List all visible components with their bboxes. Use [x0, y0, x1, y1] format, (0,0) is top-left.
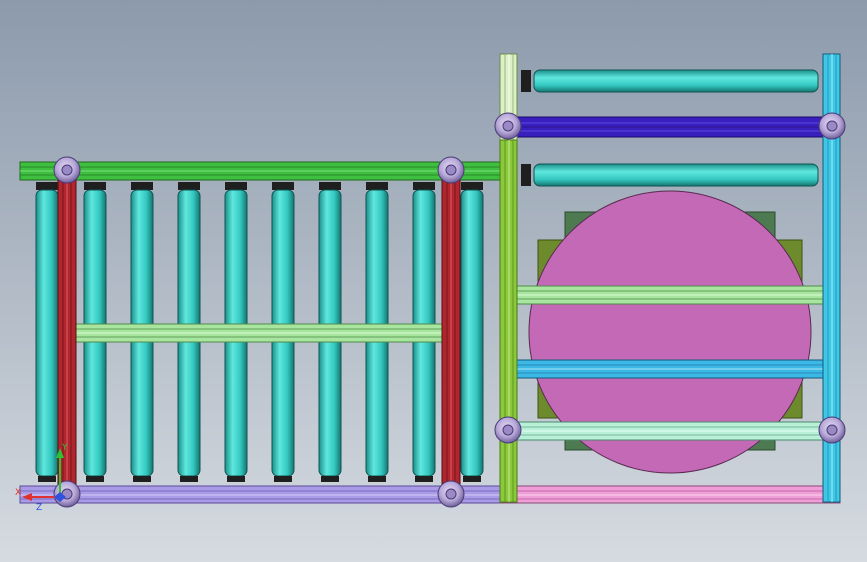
middle-crossbar[interactable]	[75, 323, 443, 343]
x-axis-label: X	[15, 488, 21, 498]
upper-roller[interactable]	[521, 163, 819, 187]
roller[interactable]	[35, 182, 59, 482]
pink-bottom-beam[interactable]	[499, 485, 841, 504]
bolt-icon[interactable]	[437, 156, 465, 184]
right-turntable-module	[499, 53, 841, 504]
top-green-beam[interactable]	[19, 161, 501, 181]
roller[interactable]	[460, 182, 484, 482]
upper-roller[interactable]	[521, 69, 819, 93]
turntable-blue-crossbar[interactable]	[516, 359, 824, 379]
bolt-icon[interactable]	[494, 416, 522, 444]
bottom-lavender-beam[interactable]	[19, 485, 501, 504]
turntable-green-crossbar[interactable]	[516, 285, 824, 305]
bolt-icon[interactable]	[53, 156, 81, 184]
bolt-icon[interactable]	[437, 480, 465, 508]
bolt-icon[interactable]	[494, 112, 522, 140]
turntable-mint-crossbar[interactable]	[516, 421, 824, 441]
z-axis-label: Z	[36, 503, 42, 513]
left-conveyor	[19, 161, 501, 504]
assembly-drawing[interactable]: Y X Z	[0, 0, 867, 562]
bolt-icon[interactable]	[818, 112, 846, 140]
y-axis-label: Y	[61, 443, 68, 453]
cad-viewport[interactable]: Y X Z	[0, 0, 867, 562]
right-red-upright[interactable]	[441, 171, 461, 497]
lime-upright[interactable]	[499, 139, 518, 503]
bolt-icon[interactable]	[818, 416, 846, 444]
indigo-crossbeam[interactable]	[516, 116, 824, 138]
